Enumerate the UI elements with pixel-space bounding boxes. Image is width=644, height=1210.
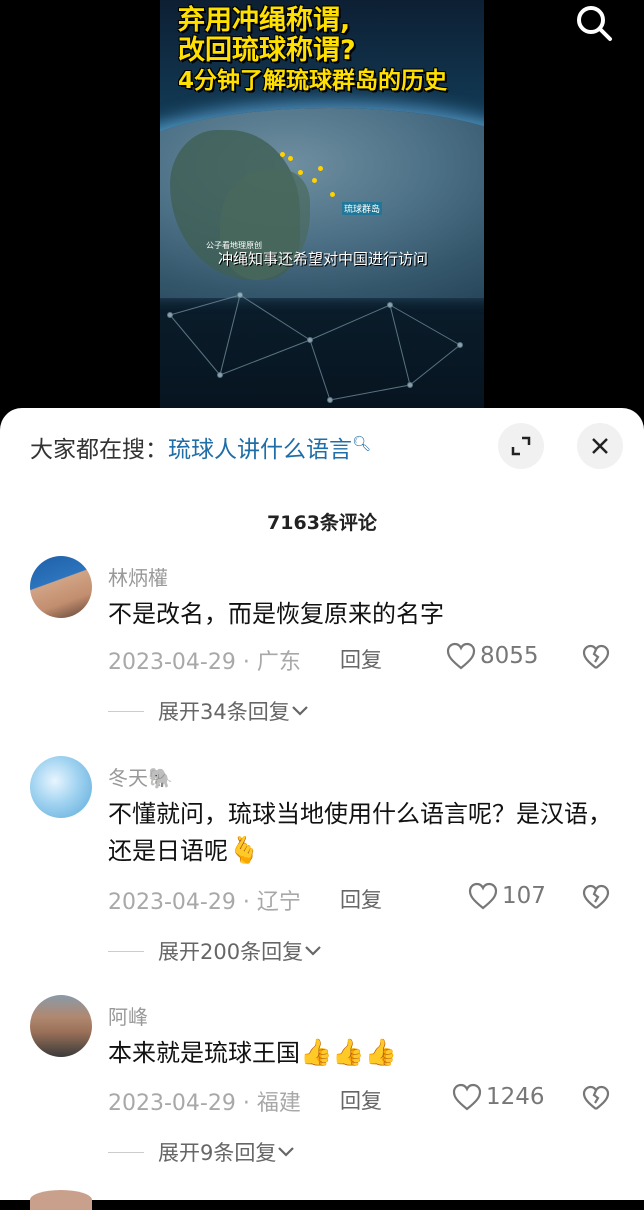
chevron-down-icon [291, 706, 308, 716]
broken-heart-icon [582, 1085, 610, 1110]
comment-date-location: 2023-04-29 · 辽宁 [108, 890, 301, 915]
comment-username[interactable]: 阿峰 [108, 1001, 148, 1030]
reply-button[interactable]: 回复 [340, 1085, 382, 1115]
network-graphic [167, 292, 463, 403]
close-icon[interactable] [577, 423, 623, 469]
video-title-line: 4分钟了解琉球群岛的历史 [178, 68, 448, 94]
comment-date-location: 2023-04-29 · 广东 [108, 650, 301, 675]
island-marker [330, 192, 335, 197]
comment-username[interactable]: 林炳權 [108, 562, 168, 591]
avatar[interactable] [30, 995, 92, 1057]
expand-replies-label: 展开34条回复 [158, 700, 290, 724]
reply-button[interactable]: 回复 [340, 884, 382, 914]
broken-heart-icon [582, 884, 610, 909]
like-count: 8055 [480, 643, 539, 669]
heart-icon [446, 642, 476, 670]
comment-text-content: 本来就是琉球王国 [108, 1039, 300, 1067]
expand-replies-button[interactable]: 展开200条回复 [108, 936, 323, 966]
hot-search-prefix: 大家都在搜： [30, 437, 168, 463]
hot-search-bar[interactable]: 大家都在搜：琉球人讲什么语言🔍︎ [30, 430, 371, 464]
comment-text: 本来就是琉球王国👍👍👍 [108, 1035, 618, 1072]
search-icon: 🔍︎ [352, 434, 372, 453]
comments-sheet: 大家都在搜：琉球人讲什么语言🔍︎ 7163条评论 林炳權 不是改名，而是恢复原来… [0, 408, 644, 1210]
dislike-button[interactable] [582, 644, 610, 674]
video-player[interactable]: 琉球群岛 弃用冲绳称谓, 改回琉球称谓? 4分钟了解琉球群岛的历史 公子看地理原… [0, 0, 644, 420]
comment-count: 7163条评论 [267, 512, 377, 534]
comment-date-location: 2023-04-29 · 福建 [108, 1091, 301, 1116]
avatar[interactable] [30, 556, 92, 618]
comment-text-content: 不懂就问，琉球当地使用什么语言呢？是汉语，还是日语呢 [108, 800, 612, 865]
video-subtitle: 冲绳知事还希望对中国进行访问 [218, 250, 429, 268]
island-marker [312, 178, 317, 183]
like-button[interactable]: 107 [468, 882, 546, 910]
like-button[interactable]: 8055 [446, 642, 539, 670]
broken-heart-icon [582, 644, 610, 669]
heart-icon [452, 1083, 482, 1111]
island-marker [280, 152, 285, 157]
comment-username[interactable]: 冬天🐘 [108, 762, 173, 791]
expand-replies-label: 展开200条回复 [158, 940, 304, 964]
island-marker [288, 156, 293, 161]
like-button[interactable]: 1246 [452, 1083, 545, 1111]
video-frame[interactable]: 琉球群岛 弃用冲绳称谓, 改回琉球称谓? 4分钟了解琉球群岛的历史 公子看地理原… [160, 0, 484, 408]
hot-search-query[interactable]: 琉球人讲什么语言 [168, 437, 352, 463]
reply-button[interactable]: 回复 [340, 644, 382, 674]
comment-emoji: 👍👍👍 [300, 1038, 398, 1068]
search-icon[interactable] [572, 2, 616, 46]
island-marker [298, 170, 303, 175]
like-count: 107 [502, 883, 546, 909]
chevron-down-icon [278, 1147, 295, 1157]
expand-replies-button[interactable]: 展开34条回复 [108, 696, 310, 726]
dislike-button[interactable] [582, 884, 610, 914]
avatar[interactable] [30, 756, 92, 818]
map-label: 琉球群岛 [342, 202, 383, 215]
comment-text: 不懂就问，琉球当地使用什么语言呢？是汉语，还是日语呢🫰 [108, 796, 618, 870]
avatar[interactable] [30, 1190, 92, 1210]
expand-replies-button[interactable]: 展开9条回复 [108, 1137, 296, 1167]
chevron-down-icon [305, 946, 321, 956]
video-title-line: 弃用冲绳称谓, [178, 5, 351, 36]
video-title-line: 改回琉球称谓? [178, 35, 356, 66]
heart-icon [468, 882, 498, 910]
island-marker [318, 166, 323, 171]
expand-replies-label: 展开9条回复 [158, 1141, 277, 1165]
expand-icon[interactable] [498, 423, 544, 469]
comment-emoji: 🫰 [228, 836, 261, 866]
comment-text: 不是改名，而是恢复原来的名字 [108, 600, 444, 628]
like-count: 1246 [486, 1084, 545, 1110]
dislike-button[interactable] [582, 1085, 610, 1115]
